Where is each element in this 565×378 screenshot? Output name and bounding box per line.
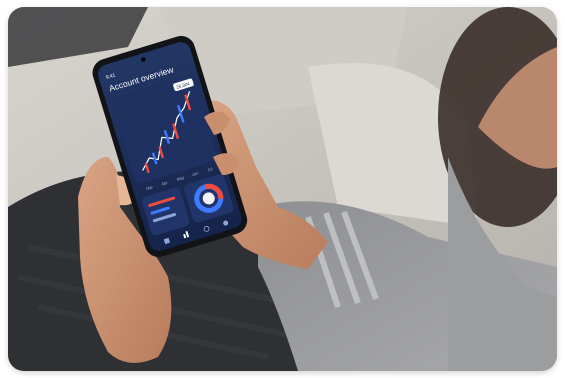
photo-frame: 9:41 Account overview 26,304 Mar Apr May… [8,7,557,371]
photo-scene: 9:41 Account overview 26,304 Mar Apr May… [8,7,557,371]
